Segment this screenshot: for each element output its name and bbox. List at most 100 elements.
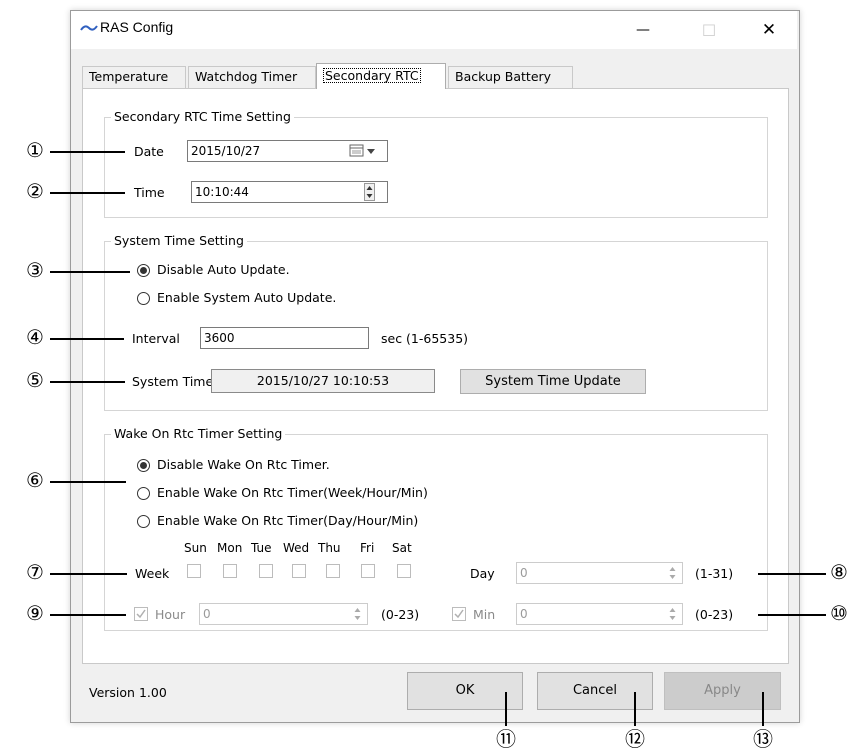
- interval-input[interactable]: 3600: [200, 327, 369, 349]
- tab-label: Watchdog Timer: [195, 69, 298, 84]
- day-sun-label: Sun: [184, 541, 207, 555]
- enable-wake-week-radio[interactable]: [137, 487, 150, 500]
- time-field[interactable]: 10:10:44: [191, 181, 388, 203]
- week-sun-checkbox[interactable]: [187, 564, 201, 578]
- date-picker[interactable]: 2015/10/27: [187, 140, 388, 162]
- callout-7-leader: [50, 573, 127, 575]
- interval-label: Interval: [132, 331, 180, 346]
- minimize-icon: —: [636, 22, 650, 38]
- callout-5-leader: [50, 381, 125, 383]
- min-spinner-icon[interactable]: [667, 605, 678, 623]
- min-range: (0-23): [695, 607, 734, 622]
- callout-13: ⑬: [753, 727, 773, 751]
- callout-10-leader: [758, 614, 826, 616]
- callout-4: ④: [26, 325, 44, 349]
- disable-auto-update-label: Disable Auto Update.: [157, 262, 290, 277]
- disable-wake-label: Disable Wake On Rtc Timer.: [157, 457, 330, 472]
- callout-5: ⑤: [26, 368, 44, 392]
- enable-wake-day-label: Enable Wake On Rtc Timer(Day/Hour/Min): [157, 513, 419, 528]
- callout-2-leader: [50, 192, 125, 194]
- enable-wake-day-radio[interactable]: [137, 515, 150, 528]
- callout-3-leader: [50, 271, 130, 273]
- day-label: Day: [470, 566, 495, 581]
- system-time-label: System Time: [132, 374, 214, 389]
- min-input[interactable]: 0: [516, 603, 683, 625]
- callout-6-leader: [50, 481, 126, 483]
- min-label: Min: [473, 607, 496, 622]
- week-thu-checkbox[interactable]: [326, 564, 340, 578]
- callout-9: ⑨: [26, 601, 44, 625]
- wake-timer-group-legend: Wake On Rtc Timer Setting: [111, 426, 286, 441]
- callout-10: ⑩: [830, 601, 848, 625]
- min-checkbox[interactable]: [452, 607, 466, 621]
- hour-checkbox[interactable]: [134, 607, 148, 621]
- day-value: 0: [520, 566, 528, 580]
- tab-watchdog-timer[interactable]: Watchdog Timer: [188, 66, 316, 88]
- checkmark-icon: [454, 609, 464, 619]
- disable-auto-update-radio[interactable]: [137, 264, 150, 277]
- day-tue-label: Tue: [251, 541, 272, 555]
- close-icon: ✕: [761, 20, 777, 40]
- callout-2: ②: [26, 179, 44, 203]
- maximize-icon: ☐: [701, 20, 717, 40]
- day-mon-label: Mon: [217, 541, 243, 555]
- date-value: 2015/10/27: [191, 144, 261, 158]
- interval-value: 3600: [204, 331, 235, 345]
- rtc-group-legend: Secondary RTC Time Setting: [111, 109, 294, 124]
- week-fri-checkbox[interactable]: [361, 564, 375, 578]
- callout-12: ⑫: [625, 727, 645, 751]
- day-fri-label: Fri: [360, 541, 375, 555]
- callout-7: ⑦: [26, 560, 44, 584]
- version-label: Version 1.00: [89, 685, 167, 700]
- callout-1: ①: [26, 138, 44, 162]
- date-label: Date: [134, 144, 164, 159]
- system-time-group-legend: System Time Setting: [111, 233, 247, 248]
- time-label: Time: [134, 185, 165, 200]
- calendar-dropdown-icon[interactable]: [349, 144, 379, 158]
- week-tue-checkbox[interactable]: [259, 564, 273, 578]
- app-icon: [80, 25, 98, 31]
- enable-auto-update-radio[interactable]: [137, 292, 150, 305]
- min-value: 0: [520, 607, 528, 621]
- tab-temperature[interactable]: Temperature: [82, 66, 186, 88]
- interval-unit: sec (1-65535): [381, 331, 469, 346]
- day-thu-label: Thu: [318, 541, 341, 555]
- callout-4-leader: [50, 338, 124, 340]
- callout-9-leader: [50, 614, 126, 616]
- checkmark-icon: [136, 609, 146, 619]
- window-title: RAS Config: [100, 19, 174, 35]
- hour-label: Hour: [155, 607, 186, 622]
- time-value: 10:10:44: [195, 185, 249, 199]
- callout-8-leader: [758, 573, 826, 575]
- enable-wake-week-label: Enable Wake On Rtc Timer(Week/Hour/Min): [157, 485, 428, 500]
- hour-input[interactable]: 0: [199, 603, 368, 625]
- time-spinner-icon[interactable]: [364, 183, 375, 201]
- hour-spinner-icon[interactable]: [352, 605, 363, 623]
- system-time-display: 2015/10/27 10:10:53: [211, 369, 435, 393]
- week-mon-checkbox[interactable]: [223, 564, 237, 578]
- tab-label: Secondary RTC: [323, 68, 421, 83]
- week-sat-checkbox[interactable]: [397, 564, 411, 578]
- enable-auto-update-label: Enable System Auto Update.: [157, 290, 337, 305]
- tab-secondary-rtc[interactable]: Secondary RTC: [316, 63, 446, 89]
- day-spinner-icon[interactable]: [667, 564, 678, 582]
- callout-13-leader: [762, 692, 764, 726]
- day-input[interactable]: 0: [516, 562, 683, 584]
- day-sat-label: Sat: [392, 541, 412, 555]
- system-time-update-button[interactable]: System Time Update: [460, 369, 646, 394]
- tab-label: Temperature: [89, 69, 169, 84]
- tab-backup-battery[interactable]: Backup Battery: [448, 66, 573, 88]
- maximize-button[interactable]: ☐: [686, 11, 732, 49]
- close-button[interactable]: ✕: [746, 11, 792, 49]
- callout-3: ③: [26, 258, 44, 282]
- hour-value: 0: [203, 607, 211, 621]
- disable-wake-radio[interactable]: [137, 459, 150, 472]
- callout-6: ⑥: [26, 468, 44, 492]
- day-wed-label: Wed: [283, 541, 310, 555]
- week-wed-checkbox[interactable]: [292, 564, 306, 578]
- cancel-button[interactable]: Cancel: [537, 672, 653, 710]
- tab-label: Backup Battery: [455, 69, 552, 84]
- callout-11: ⑪: [496, 727, 516, 751]
- minimize-button[interactable]: —: [620, 11, 666, 49]
- callout-1-leader: [50, 151, 125, 153]
